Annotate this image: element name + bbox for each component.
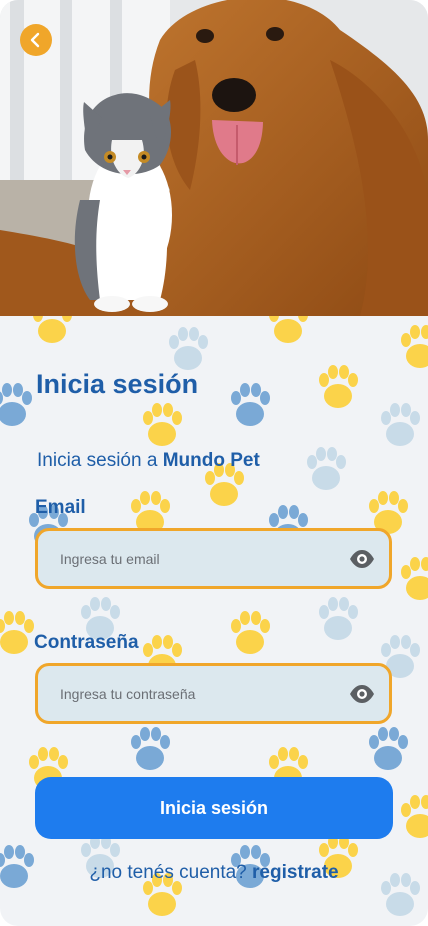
login-subtitle: Inicia sesión a Mundo Pet [37, 450, 260, 472]
chevron-left-icon [30, 32, 40, 48]
password-field[interactable] [60, 666, 330, 721]
email-field-box [35, 528, 392, 589]
login-screen: Inicia sesión Inicia sesión a Mundo Pet … [0, 0, 428, 926]
eye-icon[interactable] [349, 547, 375, 571]
password-label: Contraseña [34, 632, 139, 653]
subtitle-prefix: Inicia sesión a [37, 450, 163, 471]
login-button[interactable]: Inicia sesión [35, 777, 393, 839]
hero-image [0, 0, 428, 316]
email-label: Email [35, 497, 86, 518]
email-field[interactable] [60, 531, 330, 586]
back-button[interactable] [20, 24, 52, 56]
password-field-box [35, 663, 392, 724]
register-prompt-text: ¿no tenés cuenta? [89, 862, 253, 883]
brand-name: Mundo Pet [162, 450, 260, 471]
login-panel: Inicia sesión Inicia sesión a Mundo Pet … [0, 316, 428, 926]
register-link[interactable]: registrate [252, 862, 339, 883]
register-prompt: ¿no tenés cuenta? registrate [0, 862, 428, 884]
page-title: Inicia sesión [36, 369, 199, 399]
eye-icon[interactable] [349, 682, 375, 706]
